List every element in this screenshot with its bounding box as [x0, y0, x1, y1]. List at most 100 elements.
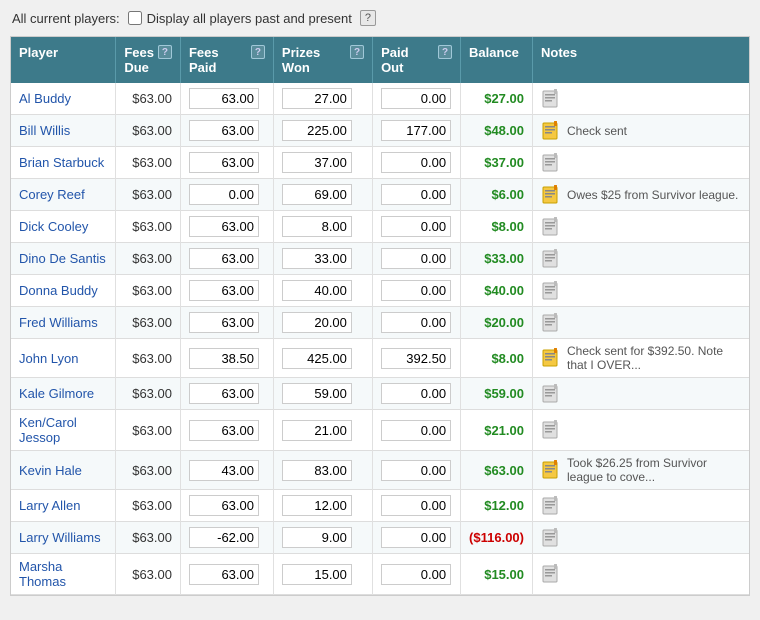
- prizes-won-cell: [273, 451, 372, 490]
- prizes-won-input[interactable]: [282, 152, 352, 173]
- paid-out-input[interactable]: [381, 383, 451, 404]
- note-icon[interactable]: [541, 89, 561, 109]
- paid-out-input[interactable]: [381, 348, 451, 369]
- note-icon[interactable]: [541, 384, 561, 404]
- prizes-won-input[interactable]: [282, 348, 352, 369]
- fees-paid-input[interactable]: [189, 564, 259, 585]
- prizes-won-input[interactable]: [282, 184, 352, 205]
- fees-paid-input[interactable]: [189, 120, 259, 141]
- paid-out-input[interactable]: [381, 184, 451, 205]
- fees-paid-input[interactable]: [189, 88, 259, 109]
- paid-out-input[interactable]: [381, 495, 451, 516]
- prizes-won-input[interactable]: [282, 460, 352, 481]
- player-link[interactable]: Larry Allen: [19, 498, 80, 513]
- prizes-won-input[interactable]: [282, 564, 352, 585]
- paid-out-cell: [373, 147, 461, 179]
- paid-out-input[interactable]: [381, 248, 451, 269]
- table-row: Dino De Santis$63.00$33.00: [11, 243, 749, 275]
- player-link[interactable]: Al Buddy: [19, 91, 71, 106]
- player-link[interactable]: Fred Williams: [19, 315, 98, 330]
- player-link[interactable]: John Lyon: [19, 351, 79, 366]
- note-icon[interactable]: [541, 217, 561, 237]
- paid-out-input[interactable]: [381, 460, 451, 481]
- balance-cell: ($116.00): [461, 522, 533, 554]
- fees-paid-input[interactable]: [189, 460, 259, 481]
- display-all-checkbox[interactable]: [128, 11, 142, 25]
- paid-out-cell: [373, 307, 461, 339]
- player-link[interactable]: Marsha Thomas: [19, 559, 66, 589]
- fees-due-help-icon[interactable]: ?: [158, 45, 172, 59]
- note-icon[interactable]: [541, 121, 561, 141]
- prizes-won-input[interactable]: [282, 527, 352, 548]
- fees-paid-input[interactable]: [189, 280, 259, 301]
- note-icon[interactable]: [541, 249, 561, 269]
- paid-out-input[interactable]: [381, 152, 451, 173]
- player-link[interactable]: Donna Buddy: [19, 283, 98, 298]
- player-link[interactable]: Kale Gilmore: [19, 386, 94, 401]
- fees-paid-help-icon[interactable]: ?: [251, 45, 265, 59]
- player-cell: Corey Reef: [11, 179, 116, 211]
- note-icon[interactable]: [541, 348, 561, 368]
- col-paid-out: Paid Out ?: [373, 37, 461, 83]
- paid-out-input[interactable]: [381, 280, 451, 301]
- paid-out-input[interactable]: [381, 88, 451, 109]
- note-icon[interactable]: [541, 420, 561, 440]
- prizes-won-input[interactable]: [282, 312, 352, 333]
- paid-out-input[interactable]: [381, 216, 451, 237]
- table-row: Bill Willis$63.00$48.00 Check sent: [11, 115, 749, 147]
- fees-paid-input[interactable]: [189, 420, 259, 441]
- notes-cell: Owes $25 from Survivor league.: [532, 179, 749, 211]
- prizes-won-input[interactable]: [282, 216, 352, 237]
- player-link[interactable]: Dick Cooley: [19, 219, 88, 234]
- display-all-label[interactable]: Display all players past and present: [128, 11, 352, 26]
- paid-out-input[interactable]: [381, 120, 451, 141]
- prizes-won-input[interactable]: [282, 248, 352, 269]
- fees-paid-input[interactable]: [189, 216, 259, 237]
- player-link[interactable]: Bill Willis: [19, 123, 70, 138]
- player-link[interactable]: Brian Starbuck: [19, 155, 104, 170]
- note-icon[interactable]: [541, 528, 561, 548]
- fees-paid-cell: [180, 275, 273, 307]
- paid-out-input[interactable]: [381, 420, 451, 441]
- prizes-won-help-icon[interactable]: ?: [350, 45, 364, 59]
- fees-paid-input[interactable]: [189, 527, 259, 548]
- prizes-won-input[interactable]: [282, 120, 352, 141]
- paid-out-input[interactable]: [381, 564, 451, 585]
- fees-paid-cell: [180, 243, 273, 275]
- players-table: Player FeesDue ? Fees Paid ? Pr: [11, 37, 749, 595]
- fees-paid-input[interactable]: [189, 383, 259, 404]
- note-icon[interactable]: [541, 460, 561, 480]
- fees-paid-input[interactable]: [189, 312, 259, 333]
- player-link[interactable]: Kevin Hale: [19, 463, 82, 478]
- note-icon[interactable]: [541, 313, 561, 333]
- display-all-help-icon[interactable]: ?: [360, 10, 376, 26]
- paid-out-input[interactable]: [381, 527, 451, 548]
- player-link[interactable]: Larry Williams: [19, 530, 101, 545]
- col-balance-label: Balance: [469, 45, 519, 60]
- note-icon[interactable]: [541, 281, 561, 301]
- prizes-won-input[interactable]: [282, 88, 352, 109]
- player-link[interactable]: Dino De Santis: [19, 251, 106, 266]
- prizes-won-input[interactable]: [282, 495, 352, 516]
- fees-paid-input[interactable]: [189, 184, 259, 205]
- fees-paid-input[interactable]: [189, 495, 259, 516]
- player-link[interactable]: Corey Reef: [19, 187, 85, 202]
- fees-paid-input[interactable]: [189, 348, 259, 369]
- fees-paid-input[interactable]: [189, 248, 259, 269]
- note-icon[interactable]: [541, 564, 561, 584]
- balance-value: $8.00: [491, 351, 524, 366]
- paid-out-help-icon[interactable]: ?: [438, 45, 452, 59]
- prizes-won-input[interactable]: [282, 420, 352, 441]
- fees-paid-cell: [180, 211, 273, 243]
- prizes-won-input[interactable]: [282, 280, 352, 301]
- fees-paid-input[interactable]: [189, 152, 259, 173]
- note-text: Check sent: [567, 124, 627, 138]
- paid-out-input[interactable]: [381, 312, 451, 333]
- player-link[interactable]: Ken/Carol Jessop: [19, 415, 77, 445]
- note-icon[interactable]: [541, 185, 561, 205]
- note-icon[interactable]: [541, 153, 561, 173]
- prizes-won-input[interactable]: [282, 383, 352, 404]
- note-icon[interactable]: [541, 496, 561, 516]
- fees-due-cell: $63.00: [116, 211, 181, 243]
- player-cell: Brian Starbuck: [11, 147, 116, 179]
